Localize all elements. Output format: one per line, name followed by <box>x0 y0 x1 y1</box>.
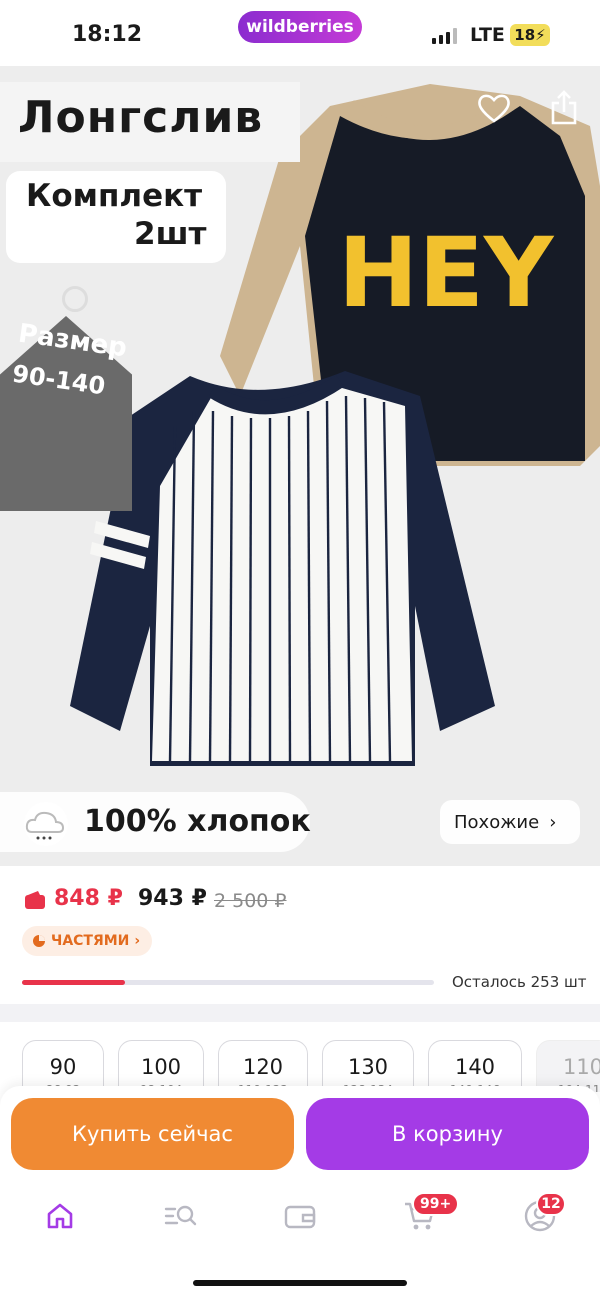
hero-title: Лонгслив <box>18 92 264 143</box>
profile-badge: 12 <box>536 1192 566 1216</box>
size-chip[interactable]: 110 104-110 <box>536 1040 600 1092</box>
status-bar: 18:12 wildberries LTE 18 ⚡ <box>0 0 600 66</box>
price: 943 ₽ <box>138 886 207 911</box>
section-divider <box>0 1004 600 1022</box>
old-price: 2 500 ₽ <box>214 890 287 912</box>
wallet-price-icon <box>25 891 45 909</box>
network-label: LTE <box>470 24 505 46</box>
status-time: 18:12 <box>72 22 143 47</box>
product-image[interactable]: HEY Лонгслив Комплект 2шт Размер 90-140 <box>0 66 600 866</box>
heart-icon <box>478 94 510 123</box>
stock-progress <box>22 980 434 985</box>
share-button[interactable] <box>542 86 586 130</box>
share-icon <box>551 90 577 125</box>
brand-pill[interactable]: wildberries <box>238 11 362 43</box>
size-chip[interactable]: 130 128-134 <box>322 1040 414 1092</box>
home-icon <box>47 1203 73 1229</box>
set-count: 2шт <box>134 216 207 252</box>
size-value: 140 <box>454 1055 496 1079</box>
tab-catalog[interactable] <box>162 1198 198 1234</box>
size-chip[interactable]: 90 86-92 <box>22 1040 104 1092</box>
size-chip[interactable]: 140 140-146 <box>428 1040 522 1092</box>
size-selector: 90 86-92 100 98-104 120 110-122 130 128-… <box>0 1022 600 1092</box>
size-chip[interactable]: 100 98-104 <box>118 1040 204 1092</box>
chevron-right-icon: › <box>134 933 141 949</box>
cloud-icon <box>24 802 68 846</box>
buy-now-button[interactable]: Купить сейчас <box>11 1098 294 1170</box>
size-chip[interactable]: 120 110-122 <box>218 1040 308 1092</box>
wallet-icon <box>284 1205 316 1229</box>
favorite-button[interactable] <box>472 86 516 130</box>
size-value: 120 <box>242 1055 284 1079</box>
battery-icon: 18 ⚡ <box>510 24 550 46</box>
battery-level: 18 <box>514 26 536 44</box>
set-label: Комплект <box>26 178 203 214</box>
installments-button[interactable]: ЧАСТЯМИ › <box>22 926 152 956</box>
installments-label: ЧАСТЯМИ <box>51 933 130 949</box>
tab-wallet[interactable] <box>282 1198 318 1234</box>
similar-button[interactable]: Похожие › <box>440 800 580 844</box>
catalog-search-icon <box>164 1205 197 1226</box>
home-indicator[interactable] <box>193 1280 407 1286</box>
signal-icon <box>432 28 457 44</box>
tag-hole <box>62 286 88 312</box>
size-value: 110 <box>562 1055 600 1079</box>
add-to-cart-button[interactable]: В корзину <box>306 1098 589 1170</box>
shirt-print-text: HEY <box>338 217 555 329</box>
tab-home[interactable] <box>42 1198 78 1234</box>
chevron-right-icon: › <box>549 811 557 833</box>
pie-icon <box>33 935 45 947</box>
size-value: 130 <box>347 1055 389 1079</box>
wallet-price: 848 ₽ <box>54 886 123 911</box>
size-value: 90 <box>49 1055 77 1079</box>
stock-text: Осталось 253 шт <box>452 973 587 991</box>
cotton-label: 100% хлопок <box>84 804 311 839</box>
stock-progress-fill <box>22 980 125 985</box>
similar-label: Похожие <box>454 811 540 833</box>
cart-badge: 99+ <box>412 1192 460 1216</box>
size-value: 100 <box>140 1055 182 1079</box>
